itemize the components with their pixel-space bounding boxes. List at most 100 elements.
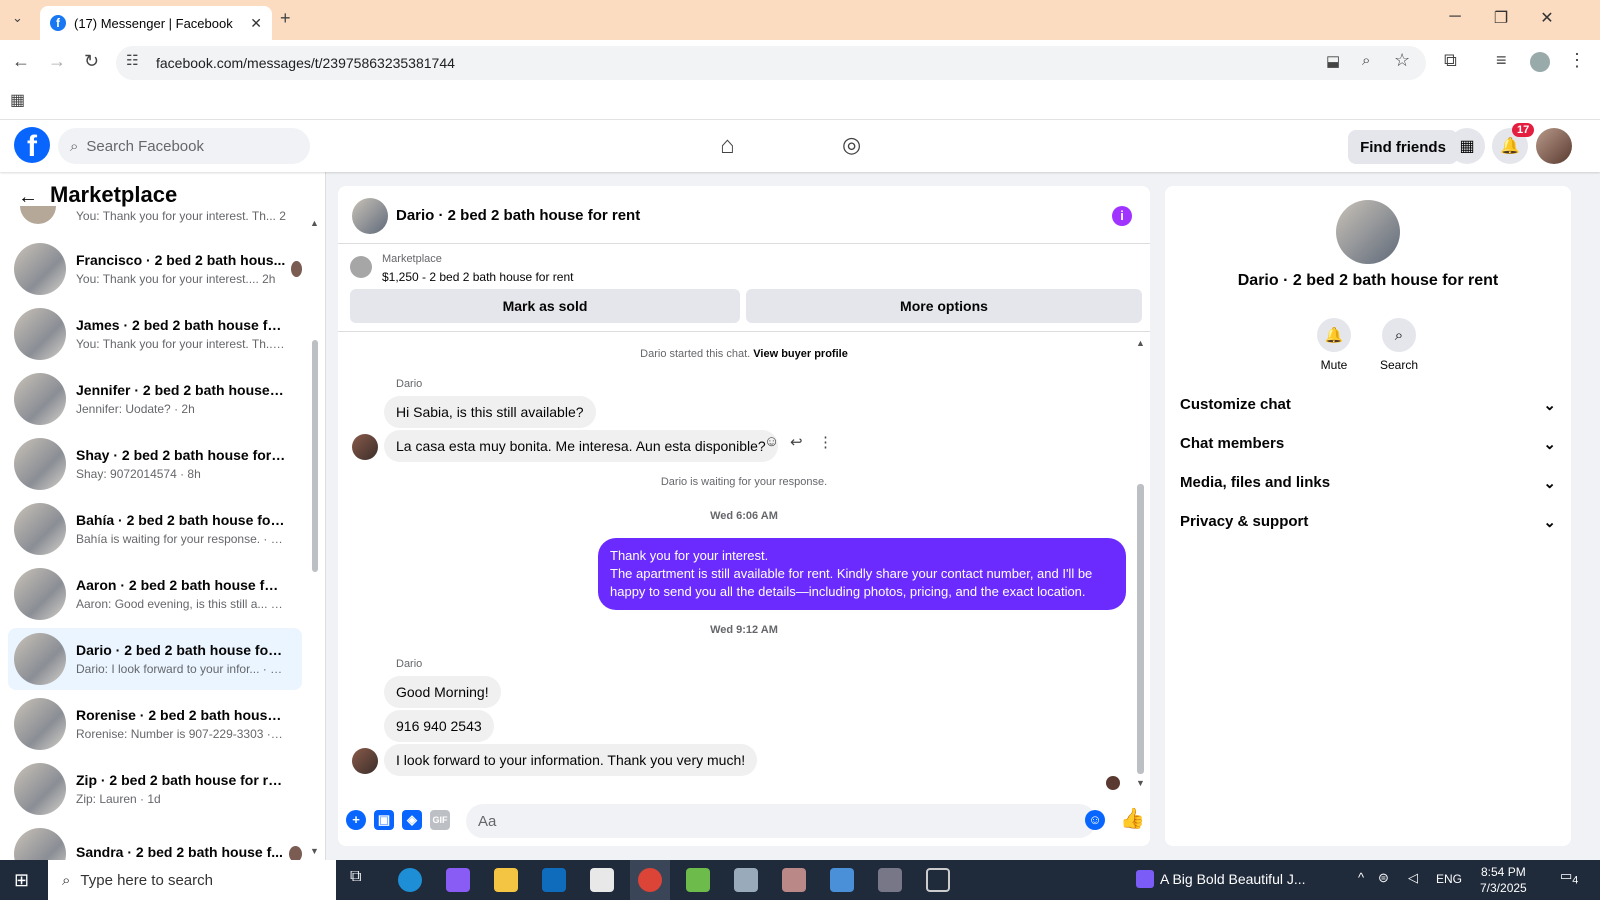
message-bubble[interactable]: Hi Sabia, is this still available? [384, 396, 596, 428]
outgoing-message-bubble[interactable]: Thank you for your interest. The apartme… [598, 538, 1126, 610]
message-input[interactable]: Aa [466, 804, 1096, 838]
file-explorer-icon[interactable] [494, 868, 518, 892]
info-icon[interactable]: i [1112, 206, 1132, 226]
mute-button[interactable]: 🔔 Mute [1316, 318, 1352, 372]
extensions-icon[interactable]: ⧉ [1444, 50, 1457, 71]
calculator-icon[interactable] [878, 868, 902, 892]
new-tab-icon[interactable]: + [280, 8, 291, 29]
conversation-item[interactable]: Zip · 2 bed 2 bath house for rent Zip: La… [8, 758, 302, 820]
reload-icon[interactable]: ↻ [84, 51, 99, 72]
windows-start-icon[interactable]: ⊞ [14, 870, 29, 891]
photo-icon[interactable]: ▣ [374, 810, 394, 830]
wifi-icon[interactable]: ⊜ [1378, 870, 1389, 886]
media-control-icon[interactable]: ≡ [1496, 50, 1507, 71]
facebook-logo[interactable]: f [14, 127, 50, 163]
back-icon[interactable]: ← [12, 51, 30, 72]
conversation-item[interactable]: Jennifer · 2 bed 2 bath house fo... Jenni… [8, 368, 302, 430]
privacy-support-section[interactable]: Privacy & support ⌄ [1180, 513, 1556, 531]
volume-icon[interactable]: ◁ [1408, 870, 1418, 886]
taskbar-search[interactable]: ⌕ Type here to search [48, 860, 336, 900]
clock[interactable]: 8:54 PM 7/3/2025 [1480, 864, 1527, 896]
view-buyer-profile-link[interactable]: View buyer profile [753, 348, 848, 360]
tab-search-icon[interactable]: ⌄ [12, 10, 23, 26]
customize-chat-section[interactable]: Customize chat ⌄ [1180, 396, 1556, 414]
search-in-chat-button[interactable]: ⌕ Search [1380, 318, 1418, 372]
notification-center-icon[interactable]: ▭4 [1560, 868, 1578, 887]
bell-icon: 🔔 [1317, 318, 1351, 352]
listing-title[interactable]: $1,250 - 2 bed 2 bath house for rent [382, 270, 573, 284]
url-field[interactable]: facebook.com/messages/t/2397586323538174… [116, 46, 1426, 80]
scroll-down-icon[interactable]: ▼ [310, 846, 319, 856]
zoom-icon[interactable]: ⌕ [1362, 52, 1370, 69]
sender-avatar[interactable] [352, 748, 378, 774]
timestamp: Wed 9:12 AM [710, 624, 778, 636]
chat-scroll-up-icon[interactable]: ▲ [1136, 338, 1145, 348]
menu-grid-icon[interactable]: ▦ [1449, 128, 1485, 164]
left-scrollbar[interactable] [312, 340, 318, 572]
task-view-icon[interactable]: ⧉ [350, 868, 374, 892]
outlook-icon[interactable] [542, 868, 566, 892]
conversation-item[interactable]: Rorenise · 2 bed 2 bath house f... Roreni… [8, 693, 302, 755]
app-icon[interactable] [734, 868, 758, 892]
account-avatar[interactable] [1536, 128, 1572, 164]
add-icon[interactable]: + [346, 810, 366, 830]
chat-avatar[interactable] [352, 198, 388, 234]
message-bubble[interactable]: Good Morning! [384, 676, 501, 708]
app-icon[interactable] [830, 868, 854, 892]
more-actions-icon[interactable]: ⋮ [818, 433, 833, 451]
news-icon[interactable] [1136, 870, 1154, 888]
close-tab-icon[interactable]: ✕ [250, 15, 262, 32]
app-icon[interactable] [782, 868, 806, 892]
news-widget[interactable]: A Big Bold Beautiful J... [1160, 871, 1306, 887]
conversation-item[interactable]: Bahía · 2 bed 2 bath house for r... Bahía… [8, 498, 302, 560]
site-info-icon[interactable]: ☷ [126, 52, 139, 69]
sticker-icon[interactable]: ◈ [402, 810, 422, 830]
browser-menu-icon[interactable]: ⋮ [1568, 50, 1586, 71]
tray-chevron-icon[interactable]: ^ [1358, 870, 1364, 885]
bookmark-star-icon[interactable]: ☆ [1394, 50, 1410, 71]
chat-title[interactable]: Dario · 2 bed 2 bath house for rent [396, 207, 640, 224]
chat-scroll-down-icon[interactable]: ▼ [1136, 778, 1145, 788]
emoji-icon[interactable]: ☺ [1085, 810, 1105, 830]
conversation-item[interactable]: Dario · 2 bed 2 bath house for r... Dario… [8, 628, 302, 690]
close-window-icon[interactable]: ✕ [1524, 8, 1570, 28]
edge-icon[interactable] [398, 868, 422, 892]
home-icon[interactable]: ⌂ [720, 132, 735, 160]
app-icon[interactable] [686, 868, 710, 892]
forward-icon[interactable]: → [48, 51, 66, 72]
scroll-up-icon[interactable]: ▲ [310, 218, 319, 228]
details-avatar[interactable] [1336, 200, 1400, 264]
conversation-item[interactable]: Shay · 2 bed 2 bath house for rent Shay: … [8, 433, 302, 495]
conversation-item[interactable]: Aaron · 2 bed 2 bath house for r... Aaron… [8, 563, 302, 625]
install-icon[interactable]: ⬓ [1326, 52, 1340, 70]
react-emoji-icon[interactable]: ☺ [764, 433, 779, 450]
reply-icon[interactable]: ↩ [790, 433, 803, 451]
conversation-item[interactable]: James · 2 bed 2 bath house for r... You: … [8, 303, 302, 365]
message-bubble[interactable]: La casa esta muy bonita. Me interesa. Au… [384, 430, 778, 462]
like-thumb-icon[interactable]: 👍 [1120, 806, 1145, 831]
media-files-links-section[interactable]: Media, files and links ⌄ [1180, 474, 1556, 492]
conversation-item[interactable]: Francisco · 2 bed 2 bath hous... You: Tha… [8, 238, 302, 300]
groups-icon[interactable]: ◎ [842, 132, 861, 158]
browser-tab[interactable]: f (17) Messenger | Facebook ✕ [40, 6, 272, 40]
language-indicator[interactable]: ENG [1436, 872, 1462, 886]
chat-members-section[interactable]: Chat members ⌄ [1180, 435, 1556, 453]
profile-avatar[interactable] [1530, 52, 1550, 72]
minimize-icon[interactable]: ─ [1432, 8, 1478, 26]
find-friends-button[interactable]: Find friends [1348, 130, 1458, 164]
search-icon: ⌕ [62, 871, 71, 889]
3d-viewer-icon[interactable] [926, 868, 950, 892]
facebook-search-input[interactable]: ⌕ Search Facebook [58, 128, 310, 164]
apps-grid-icon[interactable]: ▦ [10, 90, 25, 110]
gif-icon[interactable]: GIF [430, 810, 450, 830]
maximize-icon[interactable]: ❐ [1478, 8, 1524, 28]
sender-avatar[interactable] [352, 434, 378, 460]
copilot-icon[interactable] [446, 868, 470, 892]
message-bubble[interactable]: 916 940 2543 [384, 710, 494, 742]
chrome-icon[interactable] [638, 868, 662, 892]
mark-as-sold-button[interactable]: Mark as sold [350, 289, 740, 323]
chat-scrollbar[interactable] [1137, 484, 1144, 774]
message-bubble[interactable]: I look forward to your information. Than… [384, 744, 758, 776]
store-icon[interactable] [590, 868, 614, 892]
more-options-button[interactable]: More options [746, 289, 1142, 323]
